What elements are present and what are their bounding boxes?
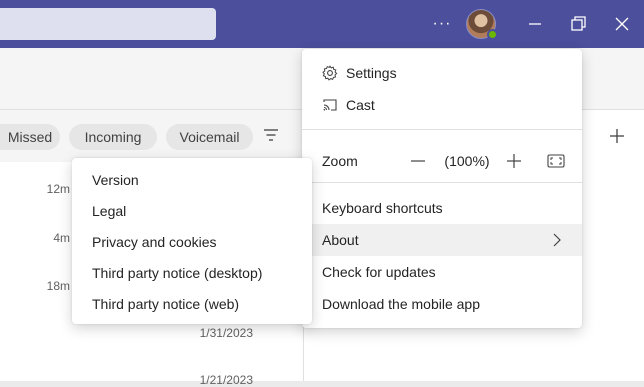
list-item-date: 1/31/2023 xyxy=(199,326,253,340)
minimize-icon[interactable] xyxy=(523,12,547,36)
menu-item-label: About xyxy=(322,232,359,248)
title-bar: ··· xyxy=(0,0,644,48)
menu-item-about[interactable]: About xyxy=(302,224,582,256)
submenu-item-label: Third party notice (web) xyxy=(92,296,240,312)
list-item-date: 1/21/2023 xyxy=(199,373,253,387)
presence-status-icon xyxy=(487,29,498,40)
zoom-in-icon[interactable] xyxy=(506,153,522,169)
menu-item-label: Check for updates xyxy=(322,264,436,280)
zoom-level: (100%) xyxy=(444,153,490,169)
submenu-item-legal[interactable]: Legal xyxy=(72,196,312,227)
settings-menu: Settings Cast Zoom (100%) Keyboard short… xyxy=(302,49,582,328)
submenu-item-third-party-web[interactable]: Third party notice (web) xyxy=(72,289,312,320)
add-icon[interactable] xyxy=(607,126,627,146)
search-input[interactable] xyxy=(0,8,216,40)
more-options-button[interactable]: ··· xyxy=(432,14,452,34)
submenu-item-version[interactable]: Version xyxy=(72,165,312,196)
menu-item-check-updates[interactable]: Check for updates xyxy=(302,256,582,288)
list-item-time: 12m xyxy=(46,182,70,196)
filter-incoming-button[interactable]: Incoming xyxy=(69,124,157,150)
restore-icon[interactable] xyxy=(566,12,590,36)
submenu-item-privacy[interactable]: Privacy and cookies xyxy=(72,227,312,258)
menu-divider xyxy=(302,129,582,130)
about-submenu: Version Legal Privacy and cookies Third … xyxy=(72,158,312,324)
zoom-label: Zoom xyxy=(322,153,358,169)
submenu-item-label: Privacy and cookies xyxy=(92,234,217,250)
list-item-time: 4m xyxy=(53,231,70,245)
submenu-item-label: Legal xyxy=(92,203,127,219)
list-item-time: 18m xyxy=(46,279,70,293)
submenu-item-label: Version xyxy=(92,172,139,188)
menu-item-settings[interactable]: Settings xyxy=(302,57,582,89)
chevron-right-icon xyxy=(553,233,561,247)
menu-item-label: Settings xyxy=(346,65,397,81)
submenu-item-label: Third party notice (desktop) xyxy=(92,265,263,281)
submenu-item-third-party-desktop[interactable]: Third party notice (desktop) xyxy=(72,258,312,289)
menu-item-label: Download the mobile app xyxy=(322,296,480,312)
menu-divider xyxy=(302,182,582,183)
fullscreen-icon[interactable] xyxy=(547,153,565,169)
menu-item-label: Keyboard shortcuts xyxy=(322,200,443,216)
menu-item-label: Cast xyxy=(346,97,375,113)
zoom-out-icon[interactable] xyxy=(410,153,426,169)
menu-item-download-mobile-app[interactable]: Download the mobile app xyxy=(302,288,582,320)
filter-voicemail-button[interactable]: Voicemail xyxy=(166,124,253,150)
menu-item-keyboard-shortcuts[interactable]: Keyboard shortcuts xyxy=(302,192,582,224)
menu-item-cast[interactable]: Cast xyxy=(302,89,582,121)
zoom-control: Zoom (100%) xyxy=(302,141,582,181)
cast-icon xyxy=(323,99,337,111)
filter-icon[interactable] xyxy=(262,126,280,144)
call-filter-bar: Missed Incoming Voicemail xyxy=(0,110,304,162)
gear-icon xyxy=(322,65,338,81)
close-icon[interactable] xyxy=(610,12,634,36)
filter-missed-button[interactable]: Missed xyxy=(0,124,60,150)
